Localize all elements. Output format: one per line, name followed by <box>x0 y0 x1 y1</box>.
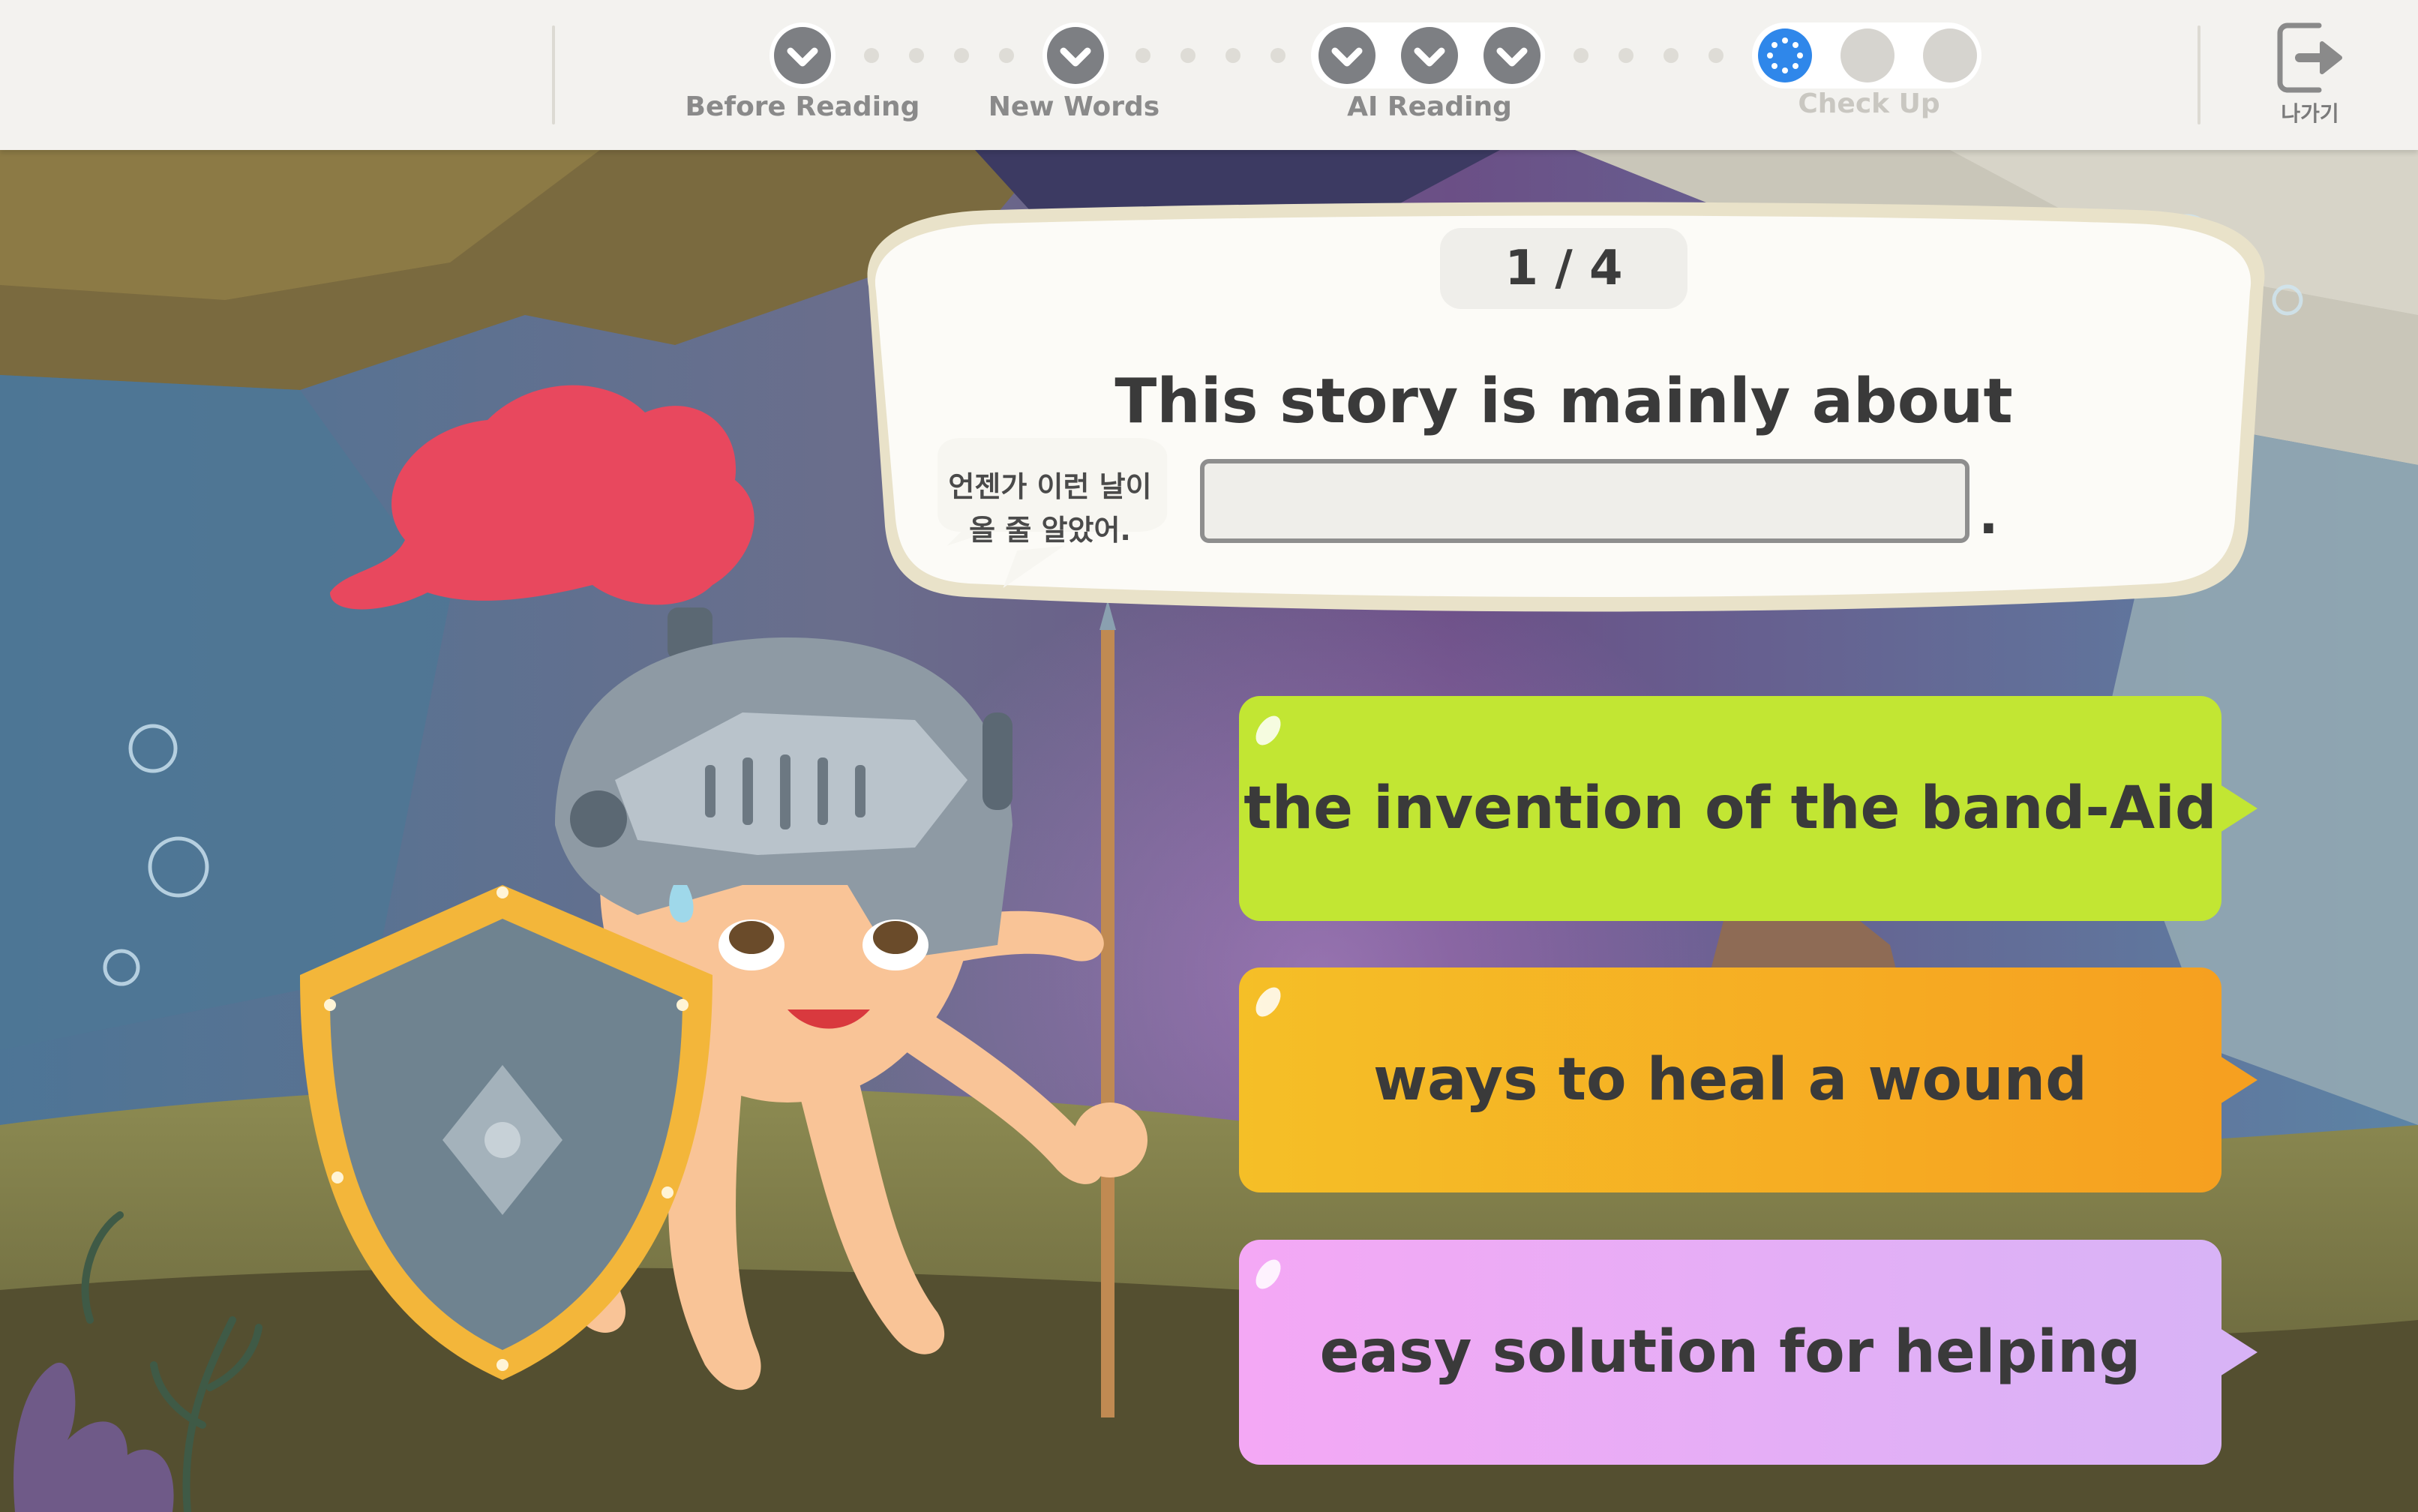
answer-option-3[interactable]: easy solution for helping <box>1239 1240 2258 1465</box>
step-label-new-words: New Words <box>988 92 1160 122</box>
option-tail <box>2220 784 2258 832</box>
exit-button[interactable]: 나가기 <box>2258 16 2362 129</box>
divider-left <box>552 26 555 124</box>
speech-line-1: 언젠가 이런 날이 <box>948 470 1152 503</box>
question-counter: 1 / 4 <box>1440 228 1688 309</box>
step-label-ai-reading: AI Reading <box>1347 92 1512 122</box>
check-up-pending-dot <box>1923 28 1977 82</box>
exit-icon <box>2277 22 2342 93</box>
progress-dot <box>1574 48 1588 63</box>
answer-option-2[interactable]: ways to heal a wound <box>1239 968 2258 1192</box>
step-before-reading-check-icon[interactable] <box>774 27 831 84</box>
answer-option-label: easy solution for helping <box>1319 1318 2141 1386</box>
exit-label: 나가기 <box>2281 101 2339 126</box>
progress-dot <box>864 48 879 63</box>
step-label-check-up: Check Up <box>1798 88 1940 119</box>
shine-highlight <box>1250 1255 1286 1294</box>
shine-highlight <box>1250 711 1286 750</box>
speech-bubble-text: 언젠가 이런 날이 올 줄 알았어. <box>878 465 1222 552</box>
progress-dot <box>999 48 1014 63</box>
answer-option-label: ways to heal a wound <box>1372 1046 2088 1114</box>
question-text: This story is mainly about <box>1114 366 2013 437</box>
answer-blank-field[interactable] <box>1200 459 1970 543</box>
divider-right <box>2198 26 2200 124</box>
check-up-pending-dot <box>1840 28 1894 82</box>
ai-reading-check-icon[interactable] <box>1401 27 1458 84</box>
progress-dot <box>1226 48 1240 63</box>
ai-reading-check-icon[interactable] <box>1484 27 1540 84</box>
progress-dot <box>909 48 924 63</box>
option-tail <box>2220 1328 2258 1376</box>
progress-dot <box>1180 48 1196 63</box>
progress-dot <box>1136 48 1150 63</box>
question-period: . <box>1978 484 1999 546</box>
answer-option-1[interactable]: the invention of the band-Aid <box>1239 696 2258 921</box>
option-tail <box>2220 1056 2258 1104</box>
progress-dot <box>1270 48 1286 63</box>
progress-dot <box>954 48 969 63</box>
shine-highlight <box>1250 982 1286 1022</box>
answer-option-label: the invention of the band-Aid <box>1244 775 2217 842</box>
progress-bar: Before Reading New Words AI Reading Chec… <box>0 0 2418 150</box>
progress-dot <box>1618 48 1634 63</box>
progress-dot <box>1664 48 1678 63</box>
step-new-words-check-icon[interactable] <box>1047 27 1104 84</box>
progress-dot <box>1708 48 1724 63</box>
speech-line-2: 올 줄 알았어. <box>969 514 1131 547</box>
step-label-before-reading: Before Reading <box>685 92 920 122</box>
ai-reading-check-icon[interactable] <box>1318 27 1376 84</box>
check-up-active-dot[interactable] <box>1758 28 1812 82</box>
